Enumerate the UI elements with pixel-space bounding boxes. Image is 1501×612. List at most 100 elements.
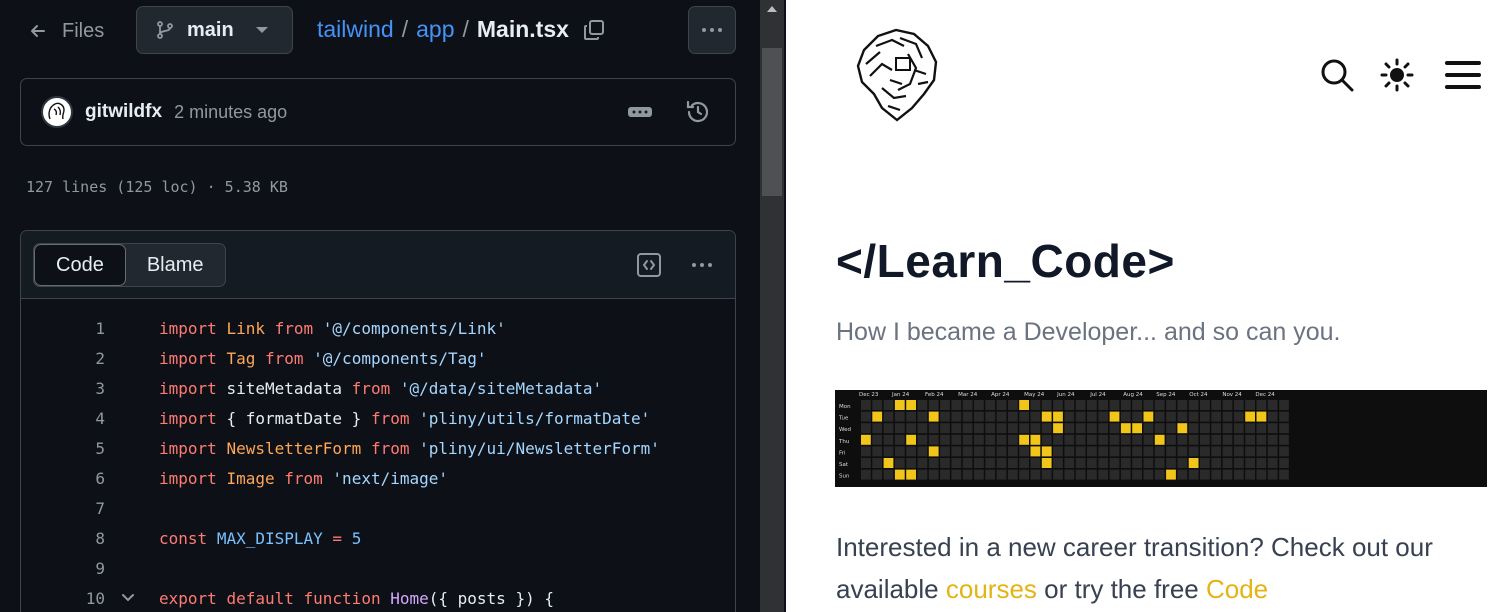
heatmap-cell: [1053, 411, 1063, 422]
heatmap-cell: [940, 423, 950, 434]
breadcrumb-repo-link[interactable]: tailwind: [317, 16, 394, 43]
heatmap-cell: [1166, 423, 1176, 434]
line-number[interactable]: 2: [21, 349, 105, 368]
line-number[interactable]: 8: [21, 529, 105, 548]
heatmap-cell: [1109, 458, 1120, 468]
heatmap-cell: [1256, 400, 1267, 410]
heatmap-cell: [974, 469, 984, 480]
heatmap-cell: [1064, 434, 1075, 445]
heatmap-cell: [894, 400, 905, 410]
history-icon[interactable]: [685, 99, 711, 125]
code-line: 1 import Link from '@/components/Link': [21, 313, 735, 343]
more-options-button[interactable]: [688, 6, 736, 54]
heatmap-cell: [1087, 423, 1097, 434]
code-line: 3 import siteMetadata from '@/data/siteM…: [21, 373, 735, 403]
branch-selector[interactable]: main: [136, 6, 293, 54]
commit-author[interactable]: gitwildfx: [85, 101, 162, 123]
heatmap-cell: [985, 423, 996, 434]
line-number[interactable]: 1: [21, 319, 105, 338]
contribution-heatmap: Mon Tue Wed Thu Fri Sat Sun Dec 23 Jan 24 Feb 24 M…: [835, 390, 1487, 487]
code-panel: Code Blame 1 import Link from '@/compone…: [20, 230, 736, 612]
scrollbar-thumb[interactable]: [762, 48, 782, 196]
heatmap-cell: [1007, 446, 1018, 457]
line-number[interactable]: 6: [21, 469, 105, 488]
sun-icon[interactable]: [1380, 58, 1414, 92]
heatmap-cell: [1154, 458, 1165, 468]
heatmap-cell: [1256, 411, 1267, 422]
line-number[interactable]: 3: [21, 379, 105, 398]
heatmap-cell: [1019, 469, 1029, 480]
breadcrumb-folder-link[interactable]: app: [416, 16, 454, 43]
heatmap-cell: [861, 434, 871, 445]
search-icon[interactable]: [1320, 58, 1354, 92]
heatmap-cell: [985, 411, 996, 422]
git-branch-icon: [157, 21, 173, 39]
line-content: import siteMetadata from '@/data/siteMet…: [159, 378, 603, 398]
scrollbar[interactable]: [760, 0, 784, 612]
symbols-panel-icon[interactable]: [635, 251, 663, 279]
line-number[interactable]: 9: [21, 559, 105, 578]
heatmap-cell: [883, 446, 894, 457]
heatmap-cell: [1120, 434, 1131, 445]
heatmap-cell: [1245, 423, 1255, 434]
heatmap-cell: [1166, 458, 1176, 468]
heatmap-day-label: Sat: [839, 462, 849, 468]
heatmap-cell: [1030, 400, 1041, 410]
code-link[interactable]: Code: [1206, 574, 1268, 604]
courses-link[interactable]: courses: [946, 574, 1037, 604]
heatmap-cell: [1075, 458, 1086, 468]
heatmap-cell: [1030, 434, 1041, 445]
heatmap-cell: [928, 458, 939, 468]
heatmap-cell: [996, 458, 1007, 468]
heatmap-cell: [1143, 434, 1154, 445]
heatmap-cell: [1166, 400, 1176, 410]
heatmap-cell: [996, 434, 1007, 445]
line-number[interactable]: 5: [21, 439, 105, 458]
copy-path-icon[interactable]: [583, 19, 605, 41]
menu-icon[interactable]: [1444, 58, 1482, 92]
heatmap-cell: [1279, 411, 1289, 422]
line-number[interactable]: 4: [21, 409, 105, 428]
commit-message-icon[interactable]: [627, 99, 653, 125]
heatmap-cell: [1041, 423, 1052, 434]
tab-blame[interactable]: Blame: [126, 244, 225, 286]
heatmap-cell: [951, 423, 962, 434]
heatmap-cell: [917, 400, 928, 410]
heatmap-cell: [1087, 458, 1097, 468]
breadcrumb-separator: /: [462, 16, 469, 42]
heatmap-cell: [1098, 400, 1109, 410]
heatmap-cell: [1132, 469, 1142, 480]
avatar[interactable]: [41, 96, 73, 128]
files-button[interactable]: Files: [28, 14, 104, 48]
latest-commit-bar: gitwildfx 2 minutes ago: [20, 78, 736, 146]
heatmap-cell: [1143, 423, 1154, 434]
heatmap-cell: [1279, 469, 1289, 480]
chevron-down-icon[interactable]: [121, 592, 135, 604]
heatmap-cell: [894, 411, 905, 422]
line-content: import { formatDate } from 'pliny/utils/…: [159, 408, 651, 428]
heatmap-cell: [1211, 434, 1222, 445]
intro-paragraph: Interested in a new career transition? C…: [836, 526, 1476, 610]
heatmap-cell: [906, 423, 916, 434]
heatmap-cell: [1200, 469, 1210, 480]
line-number[interactable]: 10: [21, 589, 105, 608]
file-info: 127 lines (125 loc) · 5.38 KB: [26, 178, 288, 196]
heatmap-cell: [1019, 411, 1029, 422]
heatmap-cell: [1166, 446, 1176, 457]
line-content: import Link from '@/components/Link': [159, 318, 506, 338]
heatmap-cell: [1041, 458, 1052, 468]
heatmap-cell: [1188, 423, 1199, 434]
scroll-up-arrow-icon[interactable]: [767, 6, 777, 12]
line-number[interactable]: 7: [21, 499, 105, 518]
heatmap-cell: [872, 469, 883, 480]
heatmap-cell: [1075, 423, 1086, 434]
heatmap-month-label: Nov 24: [1222, 392, 1242, 398]
heatmap-cell: [906, 400, 916, 410]
lion-logo-icon[interactable]: [852, 24, 942, 124]
heatmap-cell: [940, 446, 950, 457]
tab-code[interactable]: Code: [34, 244, 126, 286]
code-more-options-button[interactable]: [687, 251, 717, 279]
heatmap-day-label: Fri: [839, 450, 846, 456]
kebab-horizontal-icon: [702, 28, 722, 32]
heatmap-cell: [1120, 411, 1131, 422]
